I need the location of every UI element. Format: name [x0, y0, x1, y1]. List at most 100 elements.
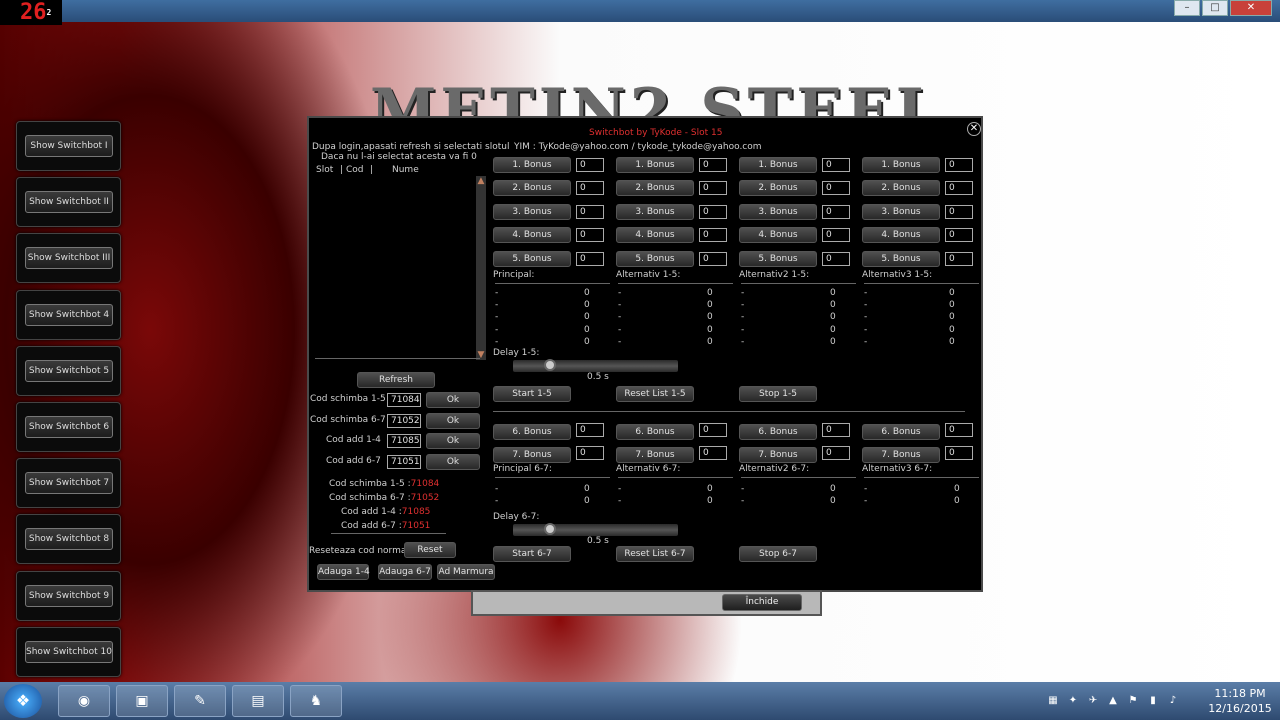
bonus-button[interactable]: 3. Bonus — [862, 203, 940, 220]
delay-15-knob[interactable] — [543, 359, 556, 371]
tray-icon[interactable]: ♪ — [1166, 694, 1180, 708]
bonus-input[interactable]: 0 — [945, 446, 973, 461]
bonus-input[interactable]: 0 — [699, 228, 727, 243]
ok-button[interactable]: Ok — [426, 392, 480, 408]
bonus-button[interactable]: 4. Bonus — [862, 227, 940, 244]
reset-list-15-button[interactable]: Reset List 1-5 — [616, 386, 694, 402]
bonus-input[interactable]: 0 — [699, 204, 727, 219]
bonus-button[interactable]: 3. Bonus — [493, 203, 571, 220]
bonus-button[interactable]: 6. Bonus — [739, 424, 817, 440]
tray-icon[interactable]: ✦ — [1066, 694, 1080, 708]
bonus-input[interactable]: 0 — [576, 204, 604, 219]
show-switchbot-button[interactable]: Show Switchbot 7 — [25, 472, 113, 495]
refresh-button[interactable]: Refresh — [357, 372, 435, 388]
folder-icon[interactable]: ▤ — [232, 685, 284, 717]
start-15-button[interactable]: Start 1-5 — [493, 386, 571, 402]
slot-list[interactable]: Slot | Cod | Nume ▲ ▼ — [314, 165, 486, 360]
bonus-input[interactable]: 0 — [576, 228, 604, 243]
bonus-input[interactable]: 0 — [822, 181, 850, 196]
bonus-input[interactable]: 0 — [576, 251, 604, 266]
delay-15-slider[interactable] — [513, 359, 678, 372]
bonus-button[interactable]: 6. Bonus — [616, 424, 694, 440]
delay-67-knob[interactable] — [543, 523, 556, 535]
bonus-input[interactable]: 0 — [945, 204, 973, 219]
bonus-button[interactable]: 2. Bonus — [616, 180, 694, 197]
show-switchbot-button[interactable]: Show Switchbot 6 — [25, 416, 113, 438]
bonus-input[interactable]: 0 — [945, 251, 973, 266]
bonus-input[interactable]: 0 — [699, 251, 727, 266]
bonus-button[interactable]: 1. Bonus — [739, 157, 817, 173]
bonus-button[interactable]: 4. Bonus — [493, 227, 571, 244]
bonus-button[interactable]: 5. Bonus — [493, 250, 571, 267]
tray-icon[interactable]: ✈ — [1086, 694, 1100, 708]
terminal-icon[interactable]: ▣ — [116, 685, 168, 717]
game-icon[interactable]: ♞ — [290, 685, 342, 717]
bonus-button[interactable]: 3. Bonus — [739, 203, 817, 220]
reset-button[interactable]: Reset — [404, 542, 456, 558]
close-icon[interactable]: ✕ — [967, 122, 981, 136]
bonus-button[interactable]: 6. Bonus — [862, 424, 940, 440]
show-switchbot-button[interactable]: Show Switchbot II — [25, 191, 113, 214]
start-button[interactable]: ❖ — [4, 684, 42, 718]
show-switchbot-button[interactable]: Show Switchbot 9 — [25, 584, 113, 607]
list-scrollbar[interactable]: ▲ ▼ — [476, 176, 486, 360]
bonus-input[interactable]: 0 — [945, 158, 973, 172]
bonus-button[interactable]: 2. Bonus — [862, 180, 940, 197]
maximize-button[interactable]: □ — [1202, 0, 1228, 16]
bonus-input[interactable]: 0 — [822, 228, 850, 243]
close-panel-button[interactable]: Închide — [722, 594, 802, 611]
add-button[interactable]: Adauga 6-7 — [378, 564, 432, 580]
bonus-input[interactable]: 0 — [822, 204, 850, 219]
show-switchbot-button[interactable]: Show Switchbot 10 — [25, 640, 113, 663]
bonus-button[interactable]: 4. Bonus — [616, 227, 694, 244]
bonus-button[interactable]: 6. Bonus — [493, 424, 571, 440]
show-switchbot-button[interactable]: Show Switchbot III — [25, 247, 113, 270]
tray-icon[interactable]: ▮ — [1146, 694, 1160, 708]
bonus-button[interactable]: 1. Bonus — [862, 157, 940, 173]
delay-67-slider[interactable] — [513, 523, 678, 536]
tray-icon[interactable]: ▲ — [1106, 694, 1120, 708]
bonus-button[interactable]: 7. Bonus — [493, 447, 571, 464]
stop-67-button[interactable]: Stop 6-7 — [739, 546, 817, 562]
start-67-button[interactable]: Start 6-7 — [493, 546, 571, 562]
bonus-button[interactable]: 5. Bonus — [616, 250, 694, 267]
firefox-icon[interactable]: ◉ — [58, 685, 110, 717]
bonus-input[interactable]: 0 — [576, 181, 604, 196]
tray-icon[interactable]: ⚑ — [1126, 694, 1140, 708]
scroll-up-icon[interactable]: ▲ — [476, 176, 486, 186]
bonus-input[interactable]: 0 — [945, 228, 973, 243]
bonus-button[interactable]: 2. Bonus — [739, 180, 817, 197]
bonus-button[interactable]: 7. Bonus — [862, 447, 940, 464]
code-input[interactable]: 71051 — [387, 454, 421, 469]
show-switchbot-button[interactable]: Show Switchbot I — [25, 135, 113, 157]
code-input[interactable]: 71052 — [387, 413, 421, 428]
bonus-input[interactable]: 0 — [699, 158, 727, 172]
code-input[interactable]: 71084 — [387, 393, 421, 407]
code-input[interactable]: 71085 — [387, 434, 421, 448]
bonus-input[interactable]: 0 — [699, 181, 727, 196]
close-window-button[interactable]: ✕ — [1230, 0, 1272, 16]
reset-list-67-button[interactable]: Reset List 6-7 — [616, 546, 694, 562]
tray-icon[interactable]: ▦ — [1046, 694, 1060, 708]
ok-button[interactable]: Ok — [426, 453, 480, 470]
stop-15-button[interactable]: Stop 1-5 — [739, 386, 817, 402]
bonus-button[interactable]: 4. Bonus — [739, 227, 817, 244]
bonus-input[interactable]: 0 — [945, 423, 973, 437]
bonus-button[interactable]: 3. Bonus — [616, 203, 694, 220]
bonus-input[interactable]: 0 — [822, 251, 850, 266]
bonus-input[interactable]: 0 — [822, 158, 850, 172]
show-switchbot-button[interactable]: Show Switchbot 8 — [25, 528, 113, 551]
bonus-input[interactable]: 0 — [576, 423, 604, 437]
minimize-button[interactable]: – — [1174, 0, 1200, 16]
bonus-button[interactable]: 5. Bonus — [739, 250, 817, 267]
show-switchbot-button[interactable]: Show Switchbot 5 — [25, 359, 113, 382]
bonus-button[interactable]: 7. Bonus — [616, 447, 694, 464]
bonus-button[interactable]: 1. Bonus — [616, 157, 694, 173]
notepad-icon[interactable]: ✎ — [174, 685, 226, 717]
add-button[interactable]: Ad Marmura — [437, 564, 495, 580]
bonus-input[interactable]: 0 — [699, 423, 727, 437]
ok-button[interactable]: Ok — [426, 433, 480, 449]
ok-button[interactable]: Ok — [426, 412, 480, 429]
add-button[interactable]: Adauga 1-4 — [317, 564, 370, 580]
bonus-input[interactable]: 0 — [699, 446, 727, 461]
